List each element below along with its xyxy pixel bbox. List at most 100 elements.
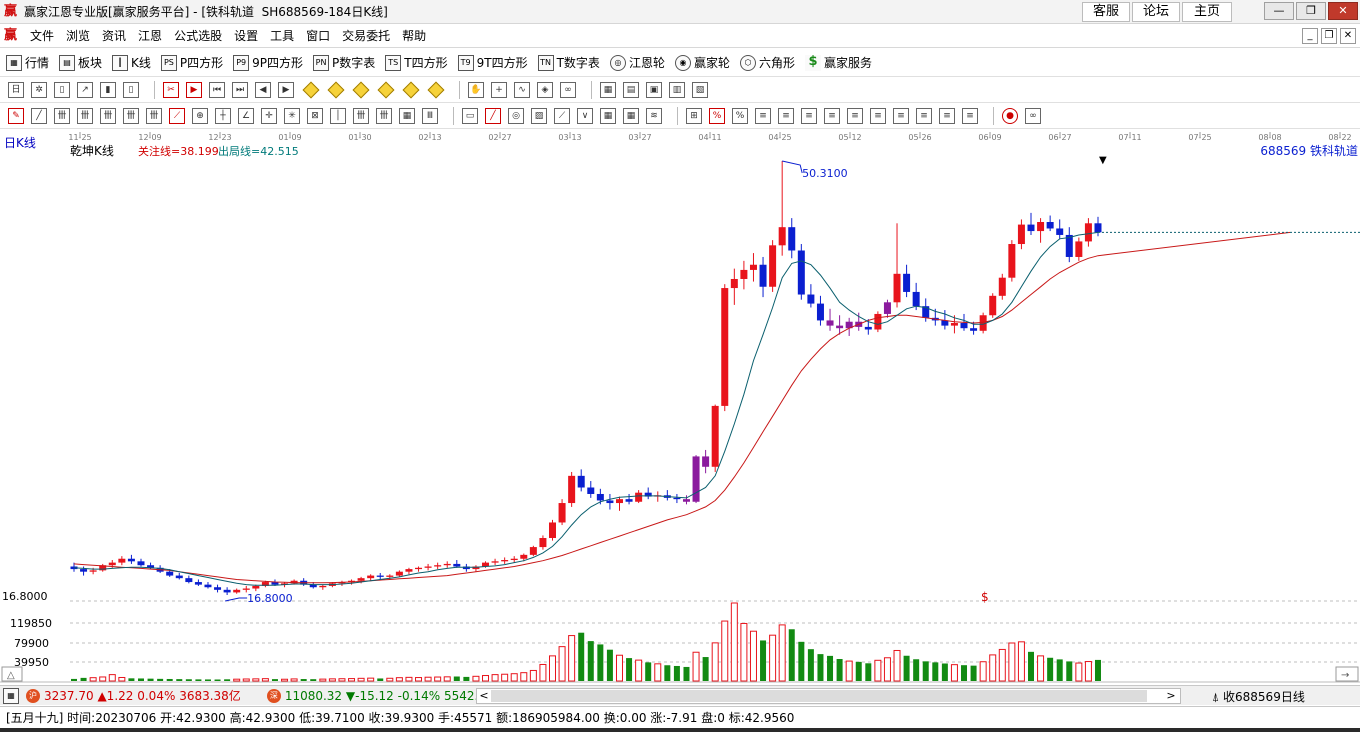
crosshair-icon[interactable]: + (491, 81, 507, 98)
toolbar-kline[interactable]: ┃ K线 (112, 54, 151, 71)
fib-1-icon[interactable]: ≡ (755, 107, 771, 124)
menu-file[interactable]: 文件 (24, 27, 60, 44)
kline-chart[interactable]: 11-25 12-09 12-23 01-09 01-30 02-13 02-27 03-13… (0, 129, 1360, 685)
print-icon[interactable]: ▥ (669, 81, 685, 98)
compass-icon[interactable]: ✛ (261, 107, 277, 124)
toolbar-quotes[interactable]: ▦ 行情 (6, 54, 49, 71)
first-icon[interactable]: ⏮ (209, 81, 225, 98)
bar-chart-icon[interactable]: ▮ (100, 81, 116, 98)
maximize-button[interactable]: ❐ (1296, 2, 1326, 20)
table-icon[interactable]: ▦ (600, 107, 616, 124)
wave-lines-icon[interactable]: ≋ (646, 107, 662, 124)
chart-area[interactable]: 11-25 12-09 12-23 01-09 01-30 02-13 02-27 03-13… (0, 129, 1360, 685)
toolbar-winner-wheel[interactable]: ◉ 赢家轮 (674, 54, 730, 71)
toolbar-gann-wheel[interactable]: ◎ 江恩轮 (609, 54, 665, 71)
fib-6-icon[interactable]: ≡ (870, 107, 886, 124)
app-menu-icon[interactable]: 赢 (4, 28, 20, 44)
prev-icon[interactable]: ◀ (255, 81, 271, 98)
toolbar-sector[interactable]: ▤ 板块 (59, 54, 102, 71)
scroll-left-icon[interactable]: < (477, 689, 491, 703)
circle-grid-icon[interactable]: ⊕ (192, 107, 208, 124)
link-icon[interactable]: ∞ (560, 81, 576, 98)
toolbar-9p-square[interactable]: P9 9P四方形 (233, 54, 303, 71)
diamond-6-icon[interactable] (427, 81, 445, 98)
fib-7-icon[interactable]: ≡ (893, 107, 909, 124)
toolbar-t-number[interactable]: TN T数字表 (537, 54, 600, 71)
fan-icon[interactable]: ⟋ (169, 107, 185, 124)
horizontal-scrollbar[interactable]: < > (476, 688, 1181, 704)
wave-icon[interactable]: ∿ (514, 81, 530, 98)
ellipse-icon[interactable]: ◎ (508, 107, 524, 124)
flag-icon[interactable]: ▶ (186, 81, 202, 98)
fib-2-icon[interactable]: ≡ (778, 107, 794, 124)
scroll-right-icon[interactable]: > (1164, 689, 1178, 703)
mdi-minimize-button[interactable]: _ (1302, 28, 1318, 44)
grid-tool-1-icon[interactable]: 卌 (54, 107, 70, 124)
calendar-icon[interactable]: ▦ (600, 81, 616, 98)
hand-icon[interactable]: ✋ (468, 81, 484, 98)
shape-icon[interactable]: ◈ (537, 81, 553, 98)
chart-type-icon[interactable]: 日 (8, 81, 24, 98)
calculator-icon[interactable]: ▤ (623, 81, 639, 98)
tools-icon[interactable]: ✂ (163, 81, 179, 98)
export-icon[interactable]: ▧ (692, 81, 708, 98)
diamond-2-icon[interactable] (327, 81, 345, 98)
ruler-icon[interactable]: ⊞ (686, 107, 702, 124)
candle-icon[interactable]: ▯ (123, 81, 139, 98)
color-icon[interactable]: ● (1002, 107, 1018, 124)
sz-index[interactable]: 深 11080.32 ▼-15.12 -0.14% 5542.38 (263, 688, 494, 703)
grid-tool-3-icon[interactable]: 卌 (100, 107, 116, 124)
scroll-thumb[interactable] (491, 690, 1147, 702)
hatch-icon[interactable]: ▨ (531, 107, 547, 124)
menu-browse[interactable]: 浏览 (60, 27, 96, 44)
box-icon[interactable]: ⊠ (307, 107, 323, 124)
last-icon[interactable]: ⏭ (232, 81, 248, 98)
rect-icon[interactable]: ▭ (462, 107, 478, 124)
angle-icon[interactable]: ∠ (238, 107, 254, 124)
mdi-close-button[interactable]: ✕ (1340, 28, 1356, 44)
dropdown-arrow-icon[interactable]: ▼ (1099, 155, 1107, 166)
toolbar-p-number[interactable]: PN P数字表 (313, 54, 375, 71)
percent-icon[interactable]: % (732, 107, 748, 124)
pen-icon[interactable]: ✎ (8, 107, 24, 124)
diamond-3-icon[interactable] (352, 81, 370, 98)
grid-tool-5-icon[interactable]: 卌 (146, 107, 162, 124)
fib-4-icon[interactable]: ≡ (824, 107, 840, 124)
infinity-icon[interactable]: ∞ (1025, 107, 1041, 124)
menu-news[interactable]: 资讯 (96, 27, 132, 44)
mdi-restore-button[interactable]: ❐ (1321, 28, 1337, 44)
diamond-5-icon[interactable] (402, 81, 420, 98)
close-button[interactable]: ✕ (1328, 2, 1358, 20)
toolbar-t-square[interactable]: TS T四方形 (385, 54, 448, 71)
fib-5-icon[interactable]: ≡ (847, 107, 863, 124)
table-2-icon[interactable]: ▦ (623, 107, 639, 124)
menu-help[interactable]: 帮助 (396, 27, 432, 44)
bars-icon[interactable]: ┼ (215, 107, 231, 124)
menu-gann[interactable]: 江恩 (132, 27, 168, 44)
percent-slash-icon[interactable]: % (709, 107, 725, 124)
time-grid-icon[interactable]: 卌 (353, 107, 369, 124)
home-link[interactable]: 主页 (1182, 2, 1232, 22)
table-icon[interactable]: ▦ (3, 687, 19, 704)
minimize-button[interactable]: — (1264, 2, 1294, 20)
ray-icon[interactable]: ⟋ (554, 107, 570, 124)
toolbar-service[interactable]: $ 赢家服务 (804, 54, 872, 71)
line-tool-icon[interactable]: ╱ (31, 107, 47, 124)
diamond-4-icon[interactable] (377, 81, 395, 98)
pattern-icon[interactable]: ✲ (31, 81, 47, 98)
fib-9-icon[interactable]: ≡ (939, 107, 955, 124)
customer-service-link[interactable]: 客服 (1082, 2, 1130, 22)
next-icon[interactable]: ▶ (278, 81, 294, 98)
fib-3-icon[interactable]: ≡ (801, 107, 817, 124)
menu-settings[interactable]: 设置 (228, 27, 264, 44)
toolbar-9t-square[interactable]: T9 9T四方形 (457, 54, 528, 71)
toolbar-hexagon[interactable]: ⬡ 六角形 (739, 54, 795, 71)
period-icon[interactable]: │ (330, 107, 346, 124)
grid-tool-4-icon[interactable]: 卌 (123, 107, 139, 124)
matrix-icon[interactable]: ▦ (399, 107, 415, 124)
fib-8-icon[interactable]: ≡ (916, 107, 932, 124)
star-icon[interactable]: ✳ (284, 107, 300, 124)
line-chart-icon[interactable]: ↗ (77, 81, 93, 98)
fib-10-icon[interactable]: ≡ (962, 107, 978, 124)
time-grid-2-icon[interactable]: 卌 (376, 107, 392, 124)
